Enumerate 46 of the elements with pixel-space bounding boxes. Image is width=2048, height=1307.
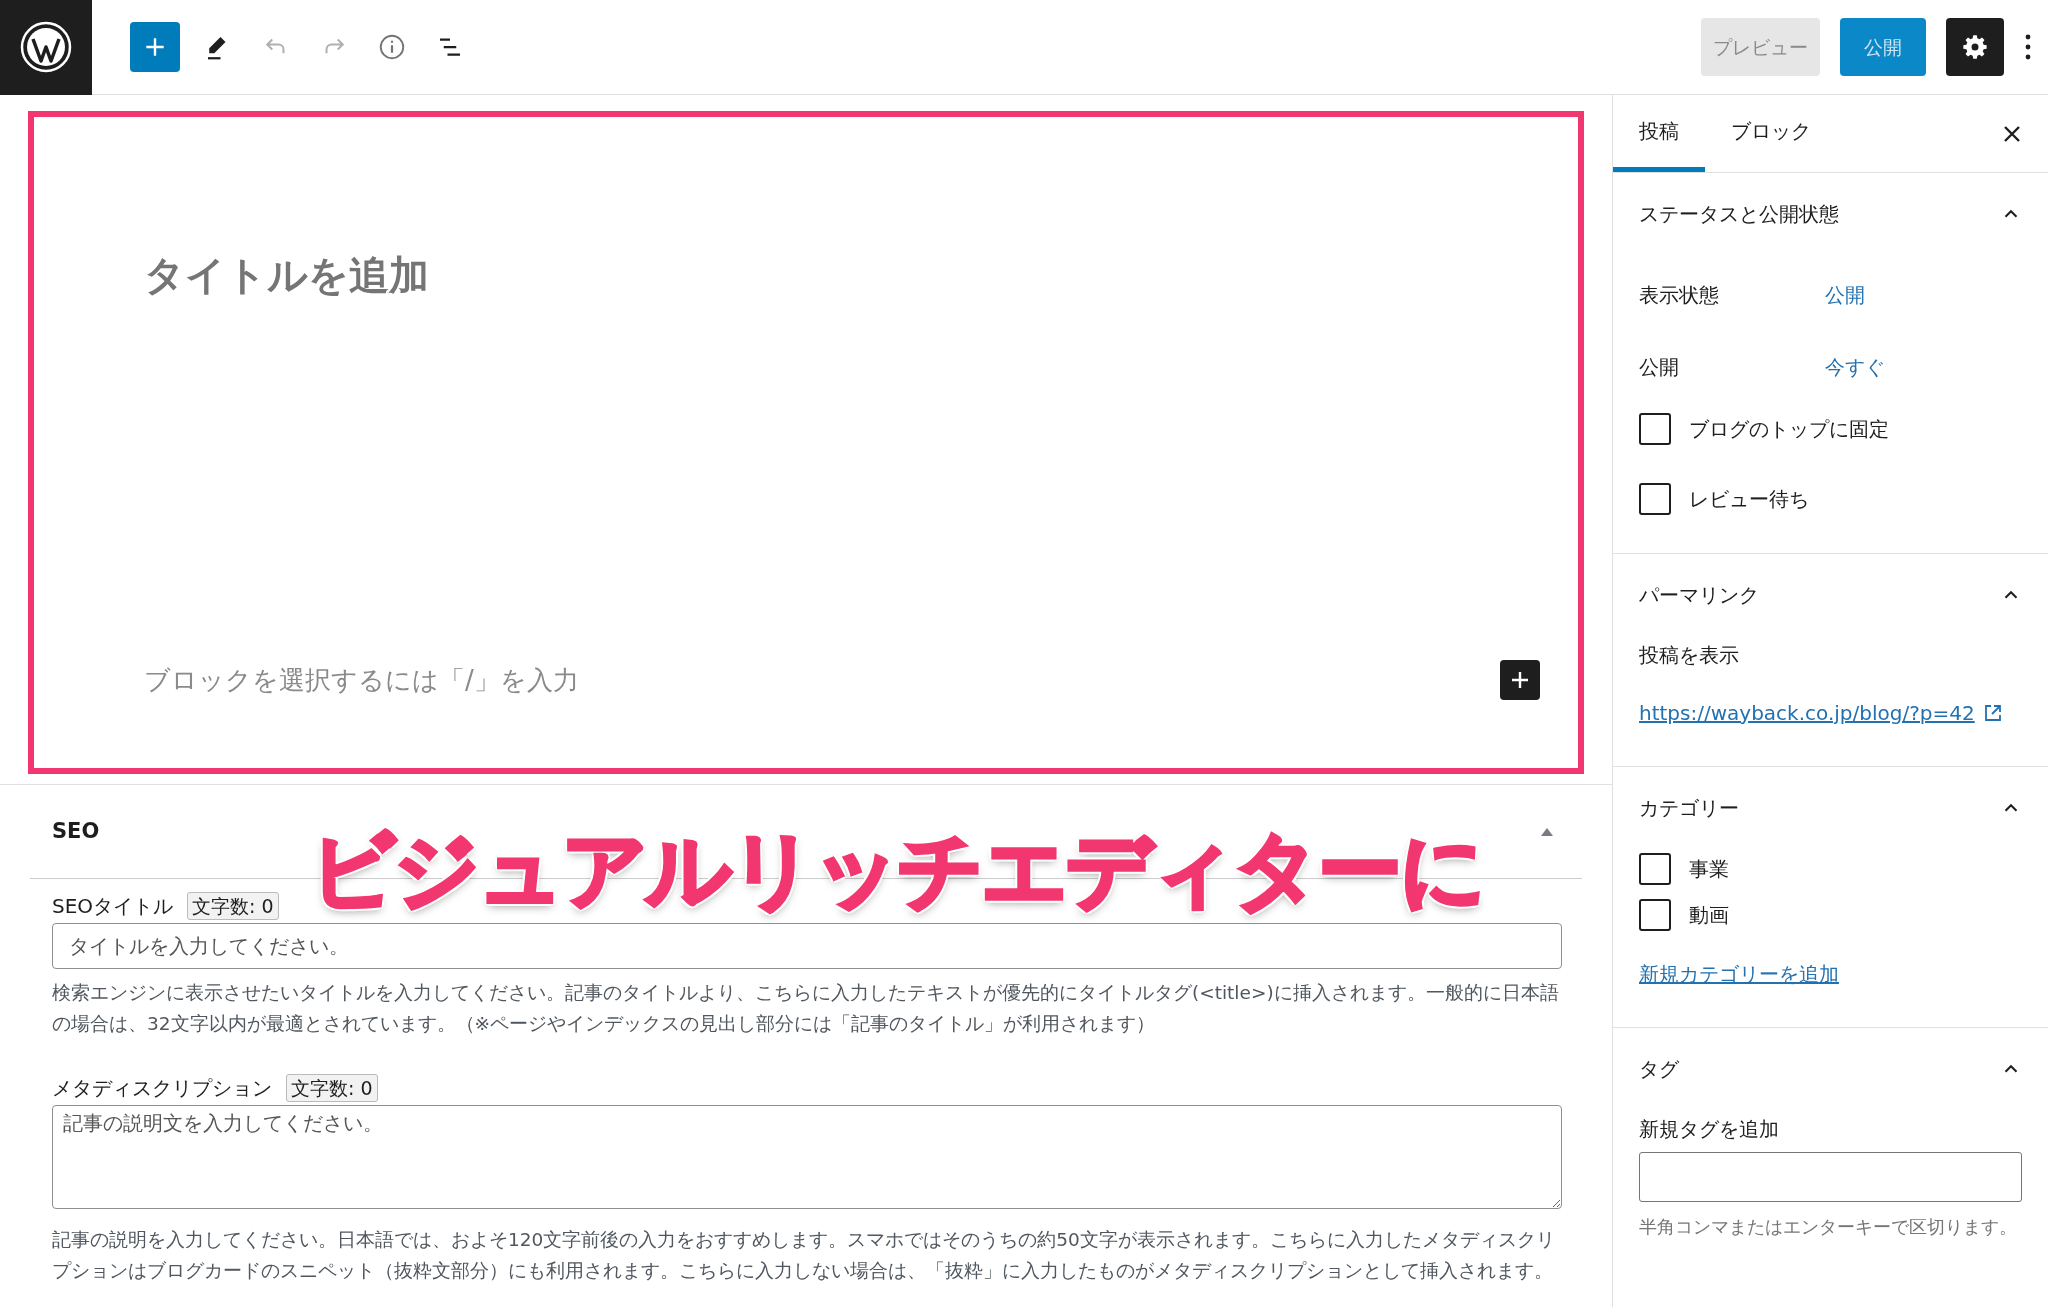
block-placeholder[interactable]: ブロックを選択するには「/」を入力 bbox=[144, 660, 579, 700]
checkbox-label: 動画 bbox=[1689, 902, 1729, 929]
help-text: 記事の説明を入力してください。日本語では、およそ120文字前後の入力をおすすめします。スマホではそのうちの約50文字が表示されます。こちらに入力したメタディスクリプションはブログカードのスニペット（抜粋文部分）にも利用されます。こちらに入力しない場合は、「抜粋」に入力したものがメタディスクリプションとして挿入されます。 bbox=[52, 1228, 1556, 1283]
setting-label: 公開 bbox=[1639, 354, 1680, 381]
setting-label: 表示状態 bbox=[1639, 282, 1720, 309]
tag-input[interactable] bbox=[1639, 1152, 2022, 1202]
permalink-url[interactable]: https://wayback.co.jp/blog/?p=42 bbox=[1639, 698, 1975, 728]
publish-button[interactable]: 公開 bbox=[1840, 18, 1926, 76]
panel-heading[interactable]: パーマリンク bbox=[1639, 580, 1759, 610]
checkbox[interactable] bbox=[1639, 899, 1671, 931]
wordpress-logo[interactable] bbox=[0, 0, 92, 95]
description-field[interactable]: 記事の説明文を入力してください。 bbox=[52, 1105, 1562, 1209]
title-input[interactable]: タイトルを入力してください。 bbox=[52, 923, 1562, 969]
permalink-label: 投稿を表示 bbox=[1639, 642, 1740, 669]
add-block-button[interactable] bbox=[1500, 660, 1540, 700]
checkbox-label: 事業 bbox=[1689, 856, 1729, 883]
checkbox[interactable] bbox=[1639, 853, 1671, 885]
external-link-icon[interactable] bbox=[1982, 703, 2003, 723]
field-label: メタディスクリプション bbox=[52, 1075, 272, 1102]
panel-heading[interactable]: タグ bbox=[1639, 1054, 1679, 1084]
annotation-caption: ビジュアルリッチエディターに bbox=[310, 820, 1484, 921]
setting-value-link[interactable]: 今すぐ bbox=[1825, 352, 1885, 382]
checkbox-label: ブログのトップに固定 bbox=[1689, 416, 1889, 443]
sidebar-tab[interactable]: ブロック bbox=[1705, 94, 1837, 172]
preview-button[interactable]: プレビュー bbox=[1701, 18, 1820, 76]
settings-button[interactable] bbox=[1946, 18, 2004, 76]
more-options-icon[interactable] bbox=[2024, 33, 2032, 61]
add-category-link[interactable]: 新規カテゴリーを追加 bbox=[1639, 959, 1839, 989]
character-count: 文字数: 0 bbox=[286, 1074, 378, 1102]
character-count: 文字数: 0 bbox=[187, 892, 279, 920]
close-icon[interactable] bbox=[2002, 123, 2022, 144]
panel-heading[interactable]: ステータスと公開状態 bbox=[1639, 199, 1839, 229]
checkbox[interactable] bbox=[1639, 413, 1671, 445]
seo-heading: SEO bbox=[52, 817, 100, 845]
collapse-triangle-icon[interactable] bbox=[1540, 826, 1554, 837]
panel-heading[interactable]: カテゴリー bbox=[1639, 793, 1739, 823]
title-field[interactable]: タイトルを追加 bbox=[144, 245, 1540, 305]
checkbox[interactable] bbox=[1639, 483, 1671, 515]
checkbox-label: レビュー待ち bbox=[1689, 486, 1809, 513]
gear-icon bbox=[1961, 33, 1989, 61]
sidebar-tab[interactable]: 投稿 bbox=[1613, 94, 1705, 172]
field-label: SEOタイトル bbox=[52, 893, 174, 920]
tag-help-text: 半角コンマまたはエンターキーで区切ります。 bbox=[1639, 1215, 2018, 1239]
help-text: 検索エンジンに表示させたいタイトルを入力してください。記事のタイトルより、こちらに入力したテキストが優先的にタイトルタグ(<title>)に挿入されます。一般的に日本語の場合は、32文字以内が最適とされています。（※ページやインデックスの見出し部分には「記事のタイトル」が利用されます） bbox=[52, 981, 1560, 1036]
tag-field-label: 新規タグを追加 bbox=[1639, 1116, 1780, 1143]
setting-value-link[interactable]: 公開 bbox=[1825, 280, 1865, 310]
